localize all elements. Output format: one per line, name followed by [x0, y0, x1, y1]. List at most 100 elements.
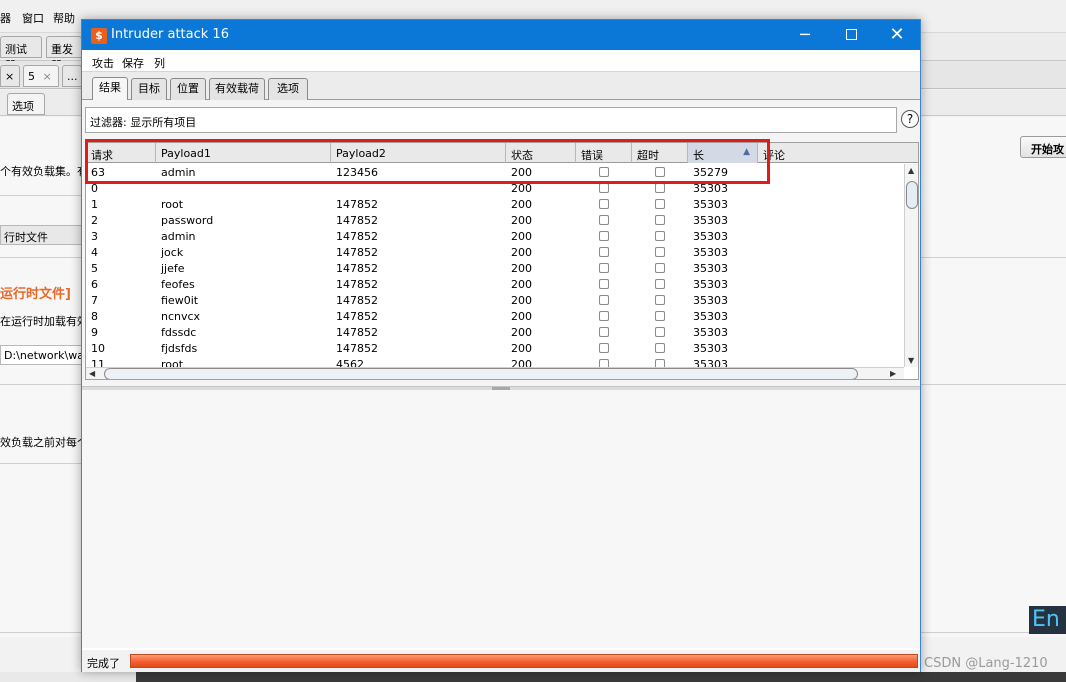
checkbox-error[interactable] — [599, 215, 609, 225]
table-row[interactable]: 11 root 4562 200 35303 — [86, 356, 904, 367]
tab-target[interactable]: 目标 — [131, 78, 167, 100]
tab-payloads[interactable]: 有效载荷 — [209, 78, 265, 100]
checkbox-error[interactable] — [599, 359, 609, 367]
checkbox-error[interactable] — [599, 327, 609, 337]
checkbox-timeout[interactable] — [655, 295, 665, 305]
checkbox-timeout[interactable] — [655, 327, 665, 337]
column-header-timeout[interactable]: 超时 — [632, 143, 688, 163]
cell-length: 35303 — [693, 358, 728, 367]
background-tab-5[interactable]: 5 × — [23, 65, 59, 87]
cell-payload1: jock — [161, 246, 184, 259]
cell-request: 4 — [91, 246, 98, 259]
window-menubar: 攻击 保存 列 — [82, 50, 920, 72]
cell-status: 200 — [511, 214, 532, 227]
checkbox-error[interactable] — [599, 295, 609, 305]
background-tab-repeater[interactable]: 重发器 — [46, 36, 82, 72]
cell-payload2: 123456 — [336, 166, 378, 179]
table-row[interactable]: 1 root 147852 200 35303 — [86, 196, 904, 212]
tab-results[interactable]: 结果 — [92, 77, 128, 100]
table-row[interactable]: 63 admin 123456 200 35279 — [86, 164, 904, 180]
scroll-up-icon[interactable]: ▲ — [908, 166, 914, 175]
background-path-field[interactable]: D:\network\walto — [0, 345, 82, 365]
minimize-button[interactable]: ─ — [782, 20, 828, 50]
column-header-payload2[interactable]: Payload2 — [331, 143, 506, 163]
background-tab-tester[interactable]: 测试器 — [0, 36, 42, 72]
tab-positions[interactable]: 位置 — [170, 78, 206, 100]
checkbox-error[interactable] — [599, 279, 609, 289]
checkbox-error[interactable] — [599, 343, 609, 353]
checkbox-timeout[interactable] — [655, 311, 665, 321]
scroll-left-icon[interactable]: ◀ — [89, 369, 95, 378]
table-row[interactable]: 4 jock 147852 200 35303 — [86, 244, 904, 260]
menu-attack[interactable]: 攻击 — [92, 55, 114, 71]
checkbox-error[interactable] — [599, 199, 609, 209]
horizontal-scrollbar[interactable]: ◀ ▶ — [86, 367, 904, 379]
tab-options[interactable]: 选项 — [268, 78, 308, 100]
column-header-payload1[interactable]: Payload1 — [156, 143, 331, 163]
checkbox-timeout[interactable] — [655, 183, 665, 193]
maximize-button[interactable] — [828, 20, 874, 50]
table-row[interactable]: 10 fjdsfds 147852 200 35303 — [86, 340, 904, 356]
background-runtime-file-select[interactable]: 行时文件 — [0, 225, 82, 245]
cell-payload1: fiew0it — [161, 294, 199, 307]
checkbox-timeout[interactable] — [655, 343, 665, 353]
taskbar — [0, 672, 1066, 682]
start-attack-button[interactable]: 开始攻 — [1020, 136, 1066, 158]
cell-request: 11 — [91, 358, 105, 367]
horizontal-scroll-thumb[interactable] — [104, 368, 858, 379]
cell-payload1: feofes — [161, 278, 195, 291]
background-tab-more[interactable]: ... — [62, 65, 82, 87]
menu-columns[interactable]: 列 — [154, 55, 165, 71]
table-row[interactable]: 6 feofes 147852 200 35303 — [86, 276, 904, 292]
vertical-scroll-thumb[interactable] — [906, 181, 918, 209]
cell-payload1: admin — [161, 166, 196, 179]
cell-payload1: password — [161, 214, 214, 227]
checkbox-timeout[interactable] — [655, 247, 665, 257]
background-menu-help[interactable]: 帮助 — [53, 10, 75, 26]
checkbox-error[interactable] — [599, 311, 609, 321]
column-header-comment[interactable]: 评论 — [758, 143, 918, 163]
column-header-length[interactable]: 长 ▲ — [688, 143, 758, 163]
table-row[interactable]: 3 admin 147852 200 35303 — [86, 228, 904, 244]
table-row[interactable]: 0 200 35303 — [86, 180, 904, 196]
checkbox-error[interactable] — [599, 263, 609, 273]
checkbox-timeout[interactable] — [655, 231, 665, 241]
checkbox-error[interactable] — [599, 183, 609, 193]
background-menu-window[interactable]: 窗口 — [22, 10, 44, 26]
help-icon[interactable]: ? — [901, 110, 919, 128]
filter-bar[interactable]: 过滤器: 显示所有项目 — [85, 107, 897, 133]
checkbox-timeout[interactable] — [655, 199, 665, 209]
column-header-error[interactable]: 错误 — [576, 143, 632, 163]
background-menu-item[interactable]: 器 — [0, 10, 11, 26]
column-header-status[interactable]: 状态 — [506, 143, 576, 163]
cell-request: 0 — [91, 182, 98, 195]
window-titlebar[interactable]: $ Intruder attack 16 ─ ✕ — [82, 20, 920, 50]
background-tab-options[interactable]: 选项 — [7, 93, 45, 115]
checkbox-timeout[interactable] — [655, 263, 665, 273]
checkbox-timeout[interactable] — [655, 167, 665, 177]
checkbox-error[interactable] — [599, 167, 609, 177]
checkbox-timeout[interactable] — [655, 215, 665, 225]
results-panel: 过滤器: 显示所有项目 ? 请求 Payload1 Payload2 状态 错误… — [82, 100, 920, 386]
close-icon[interactable]: × — [43, 70, 52, 83]
column-header-request[interactable]: 请求 — [86, 143, 156, 163]
checkbox-error[interactable] — [599, 247, 609, 257]
scroll-down-icon[interactable]: ▼ — [908, 356, 914, 365]
scroll-right-icon[interactable]: ▶ — [890, 369, 896, 378]
checkbox-error[interactable] — [599, 231, 609, 241]
close-button[interactable]: ✕ — [874, 20, 920, 50]
checkbox-timeout[interactable] — [655, 359, 665, 367]
cell-request: 6 — [91, 278, 98, 291]
cell-status: 200 — [511, 166, 532, 179]
cell-length: 35303 — [693, 198, 728, 211]
background-tab-close[interactable]: × — [0, 65, 20, 87]
table-row[interactable]: 8 ncnvcx 147852 200 35303 — [86, 308, 904, 324]
menu-save[interactable]: 保存 — [122, 55, 144, 71]
table-row[interactable]: 7 fiew0it 147852 200 35303 — [86, 292, 904, 308]
table-row[interactable]: 2 password 147852 200 35303 — [86, 212, 904, 228]
vertical-scrollbar[interactable]: ▲ ▼ — [904, 164, 918, 367]
checkbox-timeout[interactable] — [655, 279, 665, 289]
table-row[interactable]: 5 jjefe 147852 200 35303 — [86, 260, 904, 276]
table-row[interactable]: 9 fdssdc 147852 200 35303 — [86, 324, 904, 340]
cell-status: 200 — [511, 278, 532, 291]
